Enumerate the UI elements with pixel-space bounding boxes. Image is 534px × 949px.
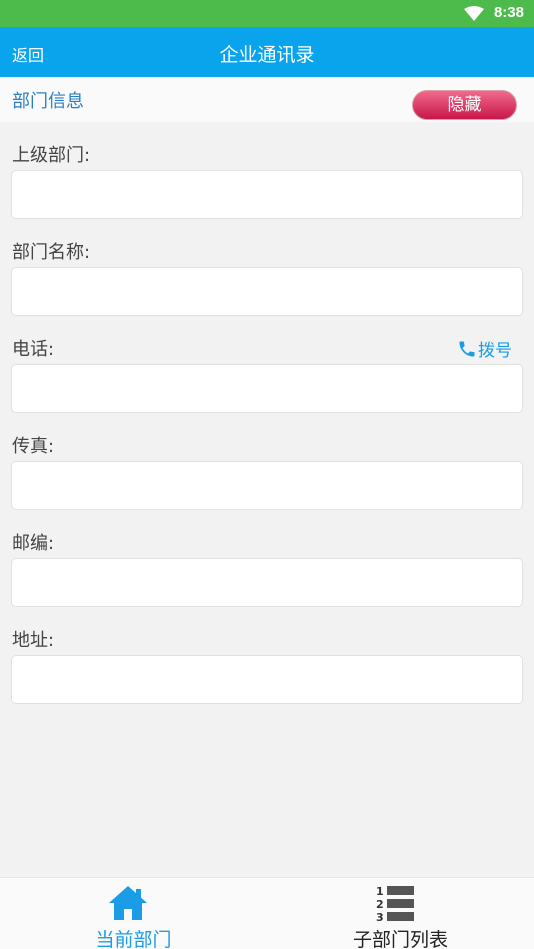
postcode-field[interactable]	[11, 558, 523, 607]
wifi-icon	[464, 6, 484, 21]
address-label: 地址:	[12, 630, 55, 651]
address-field[interactable]	[11, 655, 523, 704]
fax-label: 传真:	[12, 436, 55, 457]
tab-current-dept-label: 当前部门	[95, 929, 172, 949]
phone-label: 电话:	[12, 339, 55, 360]
tab-sub-dept-list[interactable]: 1 2 3 子部门列表	[267, 878, 534, 949]
phone-field[interactable]	[11, 364, 523, 413]
bottom-nav: 当前部门 1 2 3 子部门列表	[0, 877, 534, 949]
section-title: 部门信息	[12, 91, 84, 112]
home-icon	[109, 886, 147, 920]
page-title: 企业通讯录	[219, 44, 315, 66]
dept-name-field[interactable]	[11, 267, 523, 316]
numbered-list-icon: 1 2 3	[376, 885, 414, 922]
tab-sub-dept-list-label: 子部门列表	[352, 929, 448, 949]
list-number: 1	[376, 885, 384, 898]
hide-button[interactable]: 隐藏	[412, 90, 517, 120]
fax-field[interactable]	[11, 461, 523, 510]
parent-dept-label: 上级部门:	[12, 145, 91, 166]
phone-icon	[459, 341, 475, 356]
status-bar: 8:38	[0, 0, 534, 27]
section-header: 部门信息 隐藏	[0, 77, 534, 122]
title-bar: 返回 企业通讯录	[0, 27, 534, 77]
dial-label: 拨号	[478, 341, 512, 361]
tab-current-dept[interactable]: 当前部门	[0, 878, 267, 949]
parent-dept-field[interactable]	[11, 170, 523, 219]
dial-button[interactable]: 拨号	[457, 336, 512, 361]
list-number: 3	[376, 911, 384, 922]
postcode-label: 邮编:	[12, 533, 55, 554]
dept-name-label: 部门名称:	[12, 242, 91, 263]
list-number: 2	[376, 898, 384, 911]
status-time: 8:38	[493, 4, 524, 21]
